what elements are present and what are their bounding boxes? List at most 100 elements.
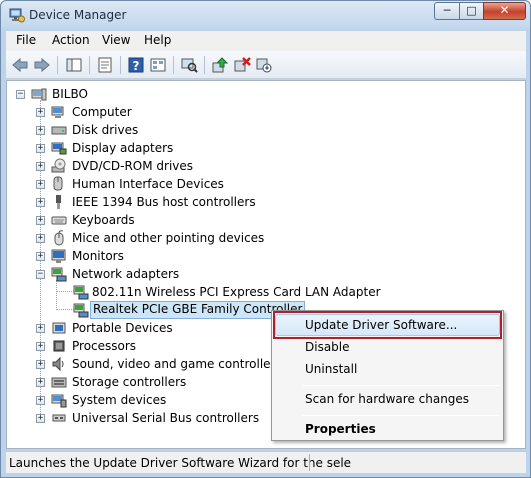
device-manager-icon (9, 8, 25, 23)
disable-icon[interactable] (255, 56, 273, 74)
tree-category-label: Display adapters (72, 141, 174, 155)
storage-icon (51, 377, 67, 388)
tree-category-processor[interactable]: + Processors (7, 337, 307, 355)
minimize-icon: ─ (443, 4, 451, 17)
menu-separator (302, 415, 499, 416)
toolbar-separator (57, 56, 58, 74)
tree-category-usb[interactable]: + Universal Serial Bus controllers (7, 409, 307, 427)
toolbar-separator (173, 56, 174, 74)
scan-hardware-icon[interactable] (180, 56, 198, 74)
toolbar-separator (120, 56, 121, 74)
menu-scan-hardware-changes[interactable]: Scan for hardware changes (305, 392, 469, 406)
expand-toggle[interactable]: + (36, 144, 45, 153)
tree-category-label: System devices (72, 393, 167, 407)
menu-disable[interactable]: Disable (305, 340, 350, 354)
expand-toggle[interactable]: + (36, 162, 45, 171)
properties-icon[interactable] (96, 56, 114, 74)
system-device-icon (51, 394, 67, 408)
expand-toggle[interactable]: + (36, 414, 45, 423)
svg-text:?: ? (133, 59, 140, 73)
tree-category-label: Keyboards (72, 213, 135, 227)
menu-view[interactable]: View (102, 33, 130, 47)
toolbar-separator (204, 56, 205, 74)
annotation-highlight-box (273, 311, 502, 339)
disk-drive-icon (51, 126, 67, 135)
tree-category-hid[interactable]: + Human Interface Devices (7, 175, 307, 193)
tree-category-label: Processors (72, 339, 137, 353)
tree-root-row[interactable]: − BILBO (7, 85, 207, 103)
tree-category-label: IEEE 1394 Bus host controllers (72, 195, 256, 209)
computer-icon (51, 106, 64, 118)
tree-category-label: Computer (72, 105, 132, 119)
tree-category-keyboard[interactable]: + Keyboards (7, 211, 307, 229)
restore-icon: □ (466, 4, 477, 17)
network-adapter-icon (73, 303, 89, 318)
menu-uninstall[interactable]: Uninstall (305, 362, 357, 376)
forward-arrow-icon[interactable] (33, 56, 51, 74)
view-icon[interactable] (149, 56, 167, 74)
close-icon: ✕ (499, 3, 510, 17)
tree-category-dvd[interactable]: + DVD/CD-ROM drives (7, 157, 307, 175)
tree-category-display-adapter[interactable]: + Display adapters (7, 139, 307, 157)
expand-toggle[interactable]: + (36, 396, 45, 405)
menu-properties[interactable]: Properties (305, 422, 376, 436)
toolbar: ? (6, 51, 526, 79)
expand-toggle[interactable]: + (36, 252, 45, 261)
tree-category-computer[interactable]: + Computer (7, 103, 307, 121)
expand-toggle[interactable]: + (36, 180, 45, 189)
usb-icon (52, 414, 66, 422)
tree-root-label: BILBO (52, 87, 88, 101)
collapse-toggle[interactable]: − (36, 270, 45, 279)
help-icon[interactable]: ? (127, 56, 145, 74)
tree-device[interactable]: 802.11n Wireless PCI Express Card LAN Ad… (7, 283, 407, 301)
tree-category-network-adapter[interactable]: − Network adapters (7, 265, 307, 283)
expand-toggle[interactable]: + (36, 126, 45, 135)
tree-category-disk-drive[interactable]: + Disk drives (7, 121, 307, 139)
tree-device-label: 802.11n Wireless PCI Express Card LAN Ad… (92, 285, 381, 299)
close-button[interactable]: ✕ (483, 2, 526, 20)
tree-category-label: Portable Devices (72, 321, 173, 335)
network-adapter-icon (73, 285, 89, 300)
tree-category-system-device[interactable]: + System devices (7, 391, 307, 409)
hid-icon (53, 176, 63, 191)
tree-category-label: Universal Serial Bus controllers (72, 411, 260, 425)
show-hide-tree-icon[interactable] (65, 56, 83, 74)
window-title: Device Manager (29, 8, 127, 22)
title-bar[interactable]: Device Manager ─ □ ✕ (1, 1, 530, 29)
tree-category-portable-device[interactable]: + Portable Devices (7, 319, 307, 337)
network-adapter-icon (51, 267, 67, 282)
tree-category-storage[interactable]: + Storage controllers (7, 373, 307, 391)
tree-category-sound[interactable]: + Sound, video and game controllers (7, 355, 307, 373)
processor-icon (53, 340, 65, 352)
tree-category-label: Storage controllers (72, 375, 187, 389)
expand-toggle[interactable]: + (36, 324, 45, 333)
menu-bar: File Action View Help (6, 31, 526, 51)
expand-toggle[interactable]: + (36, 234, 45, 243)
portable-device-icon (52, 322, 66, 334)
uninstall-icon[interactable] (233, 56, 251, 74)
tree-category-monitor[interactable]: + Monitors (7, 247, 307, 265)
expand-toggle[interactable]: + (36, 360, 45, 369)
menu-action[interactable]: Action (52, 33, 90, 47)
tree-category-label: Disk drives (72, 123, 139, 137)
minimize-button[interactable]: ─ (434, 2, 460, 20)
ieee1394-icon (56, 195, 61, 209)
update-driver-icon[interactable] (211, 56, 229, 74)
tree-category-mouse[interactable]: + Mice and other pointing devices (7, 229, 307, 247)
menu-file[interactable]: File (16, 33, 36, 47)
collapse-toggle[interactable]: − (16, 90, 25, 99)
menu-separator (302, 385, 499, 386)
tree-category-label: Sound, video and game controllers (72, 357, 282, 371)
expand-toggle[interactable]: + (36, 378, 45, 387)
expand-toggle[interactable]: + (36, 198, 45, 207)
expand-toggle[interactable]: + (36, 216, 45, 225)
expand-toggle[interactable]: + (36, 342, 45, 351)
computer-root-icon (31, 88, 47, 101)
tree-category-ieee1394[interactable]: + IEEE 1394 Bus host controllers (7, 193, 307, 211)
maximize-button[interactable]: □ (459, 2, 484, 20)
back-arrow-icon[interactable] (11, 56, 29, 74)
menu-help[interactable]: Help (144, 33, 171, 47)
toolbar-separator (89, 56, 90, 74)
expand-toggle[interactable]: + (36, 108, 45, 117)
status-divider (309, 454, 310, 471)
